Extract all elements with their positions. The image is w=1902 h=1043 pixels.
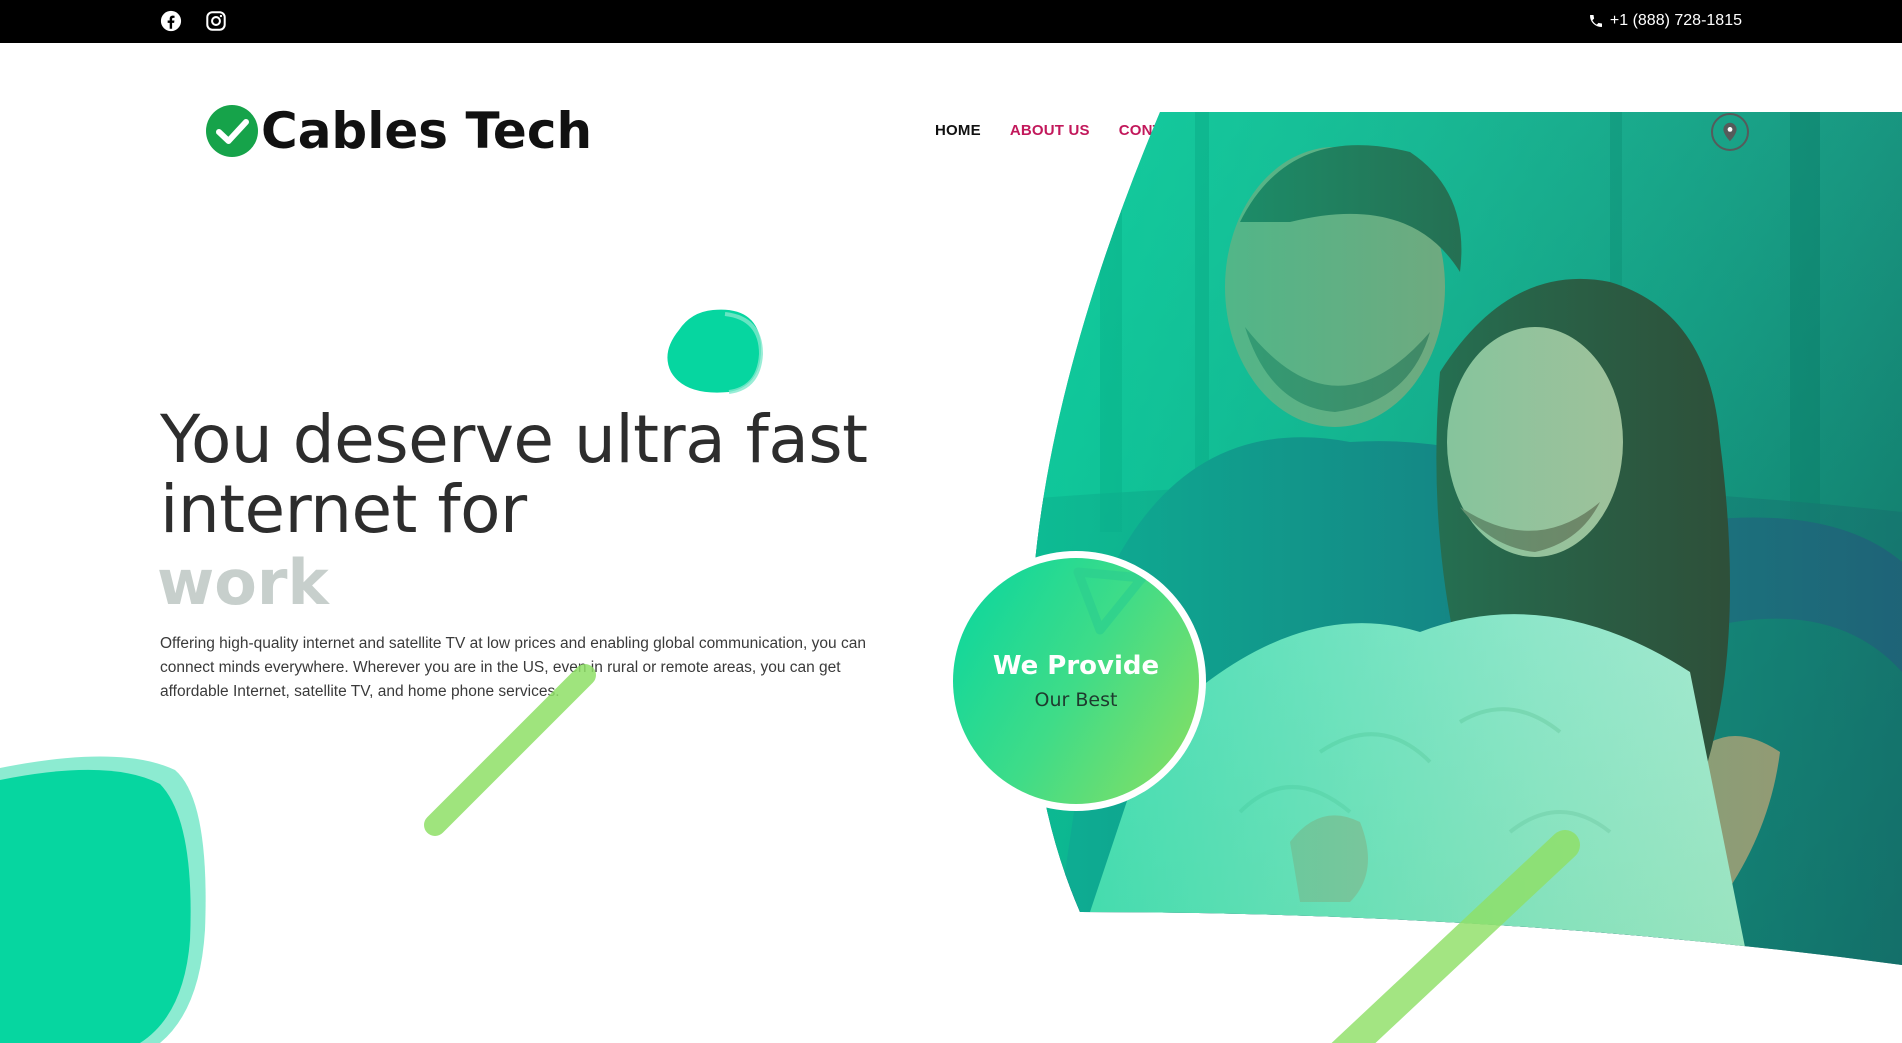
hero-headline: You deserve ultra fast internet for — [160, 401, 868, 548]
hero-rotating-word: work — [157, 546, 329, 619]
provide-badge: We Provide Our Best — [946, 551, 1206, 811]
facebook-icon[interactable] — [160, 10, 182, 32]
map-button[interactable] — [1711, 113, 1749, 151]
badge-title: We Provide — [992, 651, 1160, 681]
provide-badge-circle: We Provide Our Best — [953, 558, 1199, 804]
decor-blob-top — [667, 309, 764, 394]
phone-icon — [1589, 15, 1602, 27]
decor-stripe-mid — [424, 664, 596, 836]
badge-subtitle: Our Best — [1034, 689, 1118, 711]
map-pin-icon — [1723, 122, 1737, 142]
phone-link[interactable]: +1 (888) 728-1815 — [1588, 11, 1742, 31]
phone-number: +1 (888) 728-1815 — [1609, 12, 1742, 29]
nav-home[interactable]: HOME — [935, 122, 981, 139]
decor-blob-left — [0, 756, 206, 1043]
check-circle-icon — [206, 105, 258, 157]
site-logo[interactable]: Cables Tech — [205, 104, 592, 158]
triangle-decor — [1073, 567, 1147, 635]
top-bar: +1 (888) 728-1815 — [0, 0, 1902, 43]
logo-text: Cables Tech — [261, 102, 593, 160]
instagram-icon[interactable] — [205, 10, 227, 32]
page: +1 (888) 728-1815 Cables Tech HOME ABOUT… — [0, 0, 1902, 1043]
decor-stripe-bottom — [1331, 830, 1580, 1043]
